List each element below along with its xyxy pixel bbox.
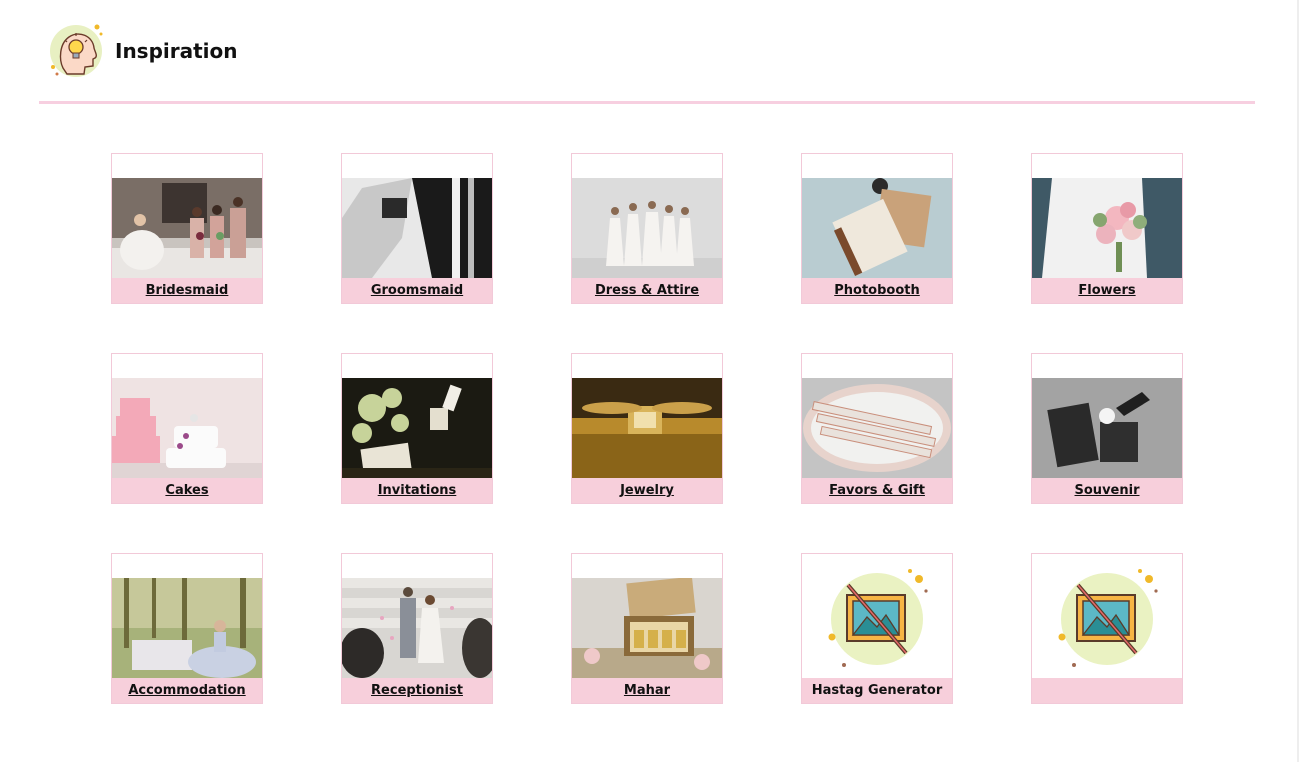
lightbulb-head-icon bbox=[47, 22, 105, 80]
no-image-placeholder-icon bbox=[802, 554, 952, 678]
card-flowers[interactable]: Flowers bbox=[1031, 153, 1183, 304]
card-cakes[interactable]: Cakes bbox=[111, 353, 263, 504]
forest-bride-photo bbox=[112, 578, 262, 678]
gift-favors-tray-photo bbox=[802, 378, 952, 478]
card-souvenir[interactable]: Souvenir bbox=[1031, 353, 1183, 504]
card-photobooth[interactable]: Photobooth bbox=[801, 153, 953, 304]
card-mahar[interactable]: Mahar bbox=[571, 553, 723, 704]
card-jewelry[interactable]: Jewelry bbox=[571, 353, 723, 504]
mahar-gold-box-photo bbox=[572, 578, 722, 678]
card-label[interactable]: Accommodation bbox=[112, 678, 262, 703]
gold-ring-box-photo bbox=[572, 378, 722, 478]
card-label[interactable]: Dress & Attire bbox=[572, 278, 722, 303]
couple-confetti-photo bbox=[342, 578, 492, 678]
card-label[interactable]: Bridesmaid bbox=[112, 278, 262, 303]
card-label[interactable]: Cakes bbox=[112, 478, 262, 503]
inspiration-grid: Bridesmaid Groomsmaid Dress & Attire Pho… bbox=[111, 153, 1183, 704]
bridesmaids-photo bbox=[112, 178, 262, 278]
groom-cufflink-photo bbox=[342, 178, 492, 278]
card-label[interactable]: Groomsmaid bbox=[342, 278, 492, 303]
card-label[interactable] bbox=[1032, 678, 1182, 703]
wedding-cakes-photo bbox=[112, 378, 262, 478]
card-label[interactable]: Flowers bbox=[1032, 278, 1182, 303]
photo-album-photo bbox=[802, 178, 952, 278]
souvenir-cards-photo bbox=[1032, 378, 1182, 478]
page-title: Inspiration bbox=[115, 39, 238, 63]
card-bridesmaid[interactable]: Bridesmaid bbox=[111, 153, 263, 304]
header-divider bbox=[39, 101, 1255, 104]
card-favors-gift[interactable]: Favors & Gift bbox=[801, 353, 953, 504]
card-invitations[interactable]: Invitations bbox=[341, 353, 493, 504]
card-hastag-generator[interactable]: Hastag Generator bbox=[801, 553, 953, 704]
invitation-cards-photo bbox=[342, 378, 492, 478]
page-header: Inspiration bbox=[47, 22, 238, 80]
card-label[interactable]: Souvenir bbox=[1032, 478, 1182, 503]
bridal-party-dresses-photo bbox=[572, 178, 722, 278]
card-label[interactable]: Mahar bbox=[572, 678, 722, 703]
card-label[interactable]: Photobooth bbox=[802, 278, 952, 303]
card-label[interactable]: Hastag Generator bbox=[802, 678, 952, 703]
card-receptionist[interactable]: Receptionist bbox=[341, 553, 493, 704]
no-image-placeholder-icon bbox=[1032, 554, 1182, 678]
card-accommodation[interactable]: Accommodation bbox=[111, 553, 263, 704]
card-label[interactable]: Favors & Gift bbox=[802, 478, 952, 503]
card-label[interactable]: Invitations bbox=[342, 478, 492, 503]
bridal-bouquet-photo bbox=[1032, 178, 1182, 278]
card-label[interactable]: Jewelry bbox=[572, 478, 722, 503]
card-groomsmaid[interactable]: Groomsmaid bbox=[341, 153, 493, 304]
card-untitled[interactable] bbox=[1031, 553, 1183, 704]
card-dress-attire[interactable]: Dress & Attire bbox=[571, 153, 723, 304]
card-label[interactable]: Receptionist bbox=[342, 678, 492, 703]
